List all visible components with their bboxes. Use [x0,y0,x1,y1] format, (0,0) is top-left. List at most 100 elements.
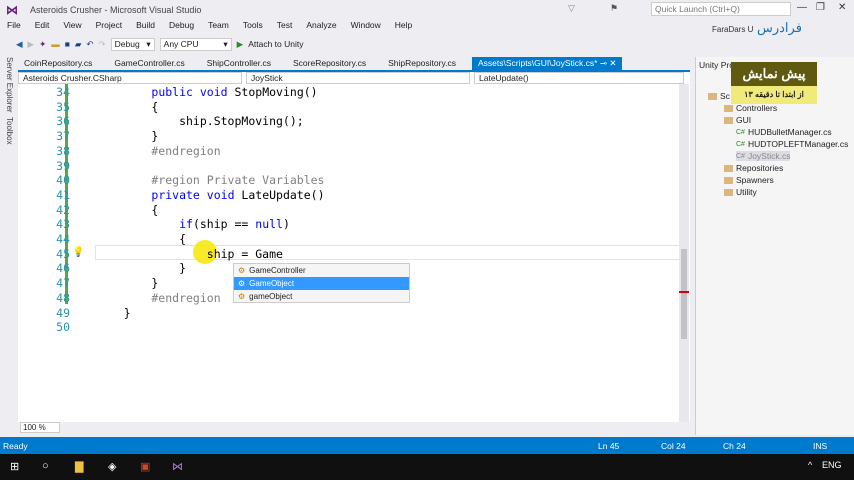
tab-scorerepository[interactable]: ScoreRepository.cs [287,57,372,70]
folder-icon [708,92,717,100]
platform-select[interactable]: Any CPU ▾ [159,37,232,51]
lightbulb-icon[interactable]: 💡 [72,247,84,258]
menu-team[interactable]: Team [201,20,236,34]
menu-file[interactable]: File [0,20,28,34]
title-bar: ⋈ Asteroids Crusher - Microsoft Visual S… [0,0,854,19]
tab-shiprepository[interactable]: ShipRepository.cs [382,57,462,70]
completion-item[interactable]: ⚙ GameController [234,264,409,277]
menu-help[interactable]: Help [388,20,419,34]
menu-debug[interactable]: Debug [162,20,201,34]
project-dropdown[interactable]: Asteroids Crusher.CSharp [18,72,242,84]
csharp-file-icon: C# [736,152,745,160]
tree-item-gui[interactable]: GUI [724,115,751,125]
code-line[interactable]: #region Private Variables [96,173,324,187]
unity-icon[interactable]: ◈ [108,460,116,473]
pin-icon[interactable]: ⊸ [600,58,607,68]
menu-window[interactable]: Window [344,20,388,34]
class-dropdown[interactable]: JoyStick [246,72,470,84]
line-number: 40 [56,173,70,188]
close-tab-icon[interactable]: ✕ [609,58,616,68]
search-icon[interactable]: ○ [42,460,49,472]
language-indicator[interactable]: ENG [822,460,842,470]
completion-item-selected[interactable]: ⚙ GameObject [234,277,409,290]
tab-gamecontroller[interactable]: GameController.cs [108,57,190,70]
zoom-select[interactable]: 100 % [20,422,60,433]
windows-start-icon[interactable]: ⊞ [10,460,19,473]
code-line[interactable]: ship = Game [96,247,283,261]
menu-tools[interactable]: Tools [236,20,270,34]
quick-launch-input[interactable]: Quick Launch (Ctrl+Q) [651,2,791,16]
visual-studio-taskbar-icon[interactable]: ⋈ [172,460,183,473]
menu-build[interactable]: Build [129,20,162,34]
open-icon[interactable]: ▬ [51,39,60,49]
error-marker [679,291,689,293]
completion-label: GameController [249,266,306,275]
menu-edit[interactable]: Edit [28,20,57,34]
file-explorer-icon[interactable]: ▇ [75,460,83,473]
tree-item-hudbullet[interactable]: C# HUDBulletManager.cs [736,127,832,137]
save-all-icon[interactable]: ▰ [75,39,82,50]
tab-joystick-label: Assets\Scripts\GUI\JoyStick.cs* [477,58,598,68]
close-button[interactable]: ✕ [838,2,846,13]
menu-view[interactable]: View [56,20,88,34]
tab-joystick[interactable]: Assets\Scripts\GUI\JoyStick.cs* ⊸ ✕ [471,57,623,70]
server-explorer-tab[interactable]: Server Explorer [5,57,14,113]
line-number: 49 [56,305,70,320]
attach-to-unity-button[interactable]: Attach to Unity [248,39,303,49]
code-line[interactable]: } [96,129,158,143]
code-line[interactable]: } [96,261,186,275]
scrollbar-thumb[interactable] [681,249,687,339]
code-line[interactable]: { [96,203,158,217]
filter-icon[interactable]: ▽ [568,3,575,14]
configuration-select[interactable]: Debug ▾ [110,37,155,51]
line-number: 39 [56,158,70,173]
tree-root[interactable]: Sc [708,91,730,101]
back-icon[interactable]: ◀ [16,39,23,50]
feedback-icon[interactable]: ⚑ [610,3,618,14]
tree-item-controllers[interactable]: Controllers [724,103,777,113]
toolbox-tab[interactable]: Toolbox [5,117,14,145]
faradars-logo: FaraDars U فرادرس [712,20,802,35]
code-line[interactable]: ship.StopMoving(); [96,114,304,128]
panel-title: Unity Pro [699,60,734,70]
code-line[interactable]: { [96,232,186,246]
powerpoint-icon[interactable]: ▣ [140,460,150,473]
status-ins: INS [813,441,828,451]
line-number: 37 [56,129,70,144]
code-line[interactable]: } [96,276,158,290]
code-line[interactable]: #endregion [96,291,220,305]
line-number: 44 [56,232,70,246]
menu-project[interactable]: Project [89,20,129,34]
member-dropdown[interactable]: LateUpdate() [474,72,684,84]
tree-label: Utility [736,187,757,197]
taskbar: ⊞ ○ ▇ ◈ ▣ ⋈ ^ ENG [0,454,854,480]
line-number: 41 [56,187,70,202]
tab-shipcontroller[interactable]: ShipController.cs [201,57,277,70]
tree-item-spawners[interactable]: Spawners [724,175,774,185]
tab-coinrepository[interactable]: CoinRepository.cs [18,57,98,70]
new-project-icon[interactable]: ✦ [39,39,46,50]
minimize-button[interactable]: — [797,2,807,13]
tree-item-hudtopleft[interactable]: C# HUDTOPLEFTManager.cs [736,139,848,149]
code-line[interactable]: private void LateUpdate() [96,188,324,202]
undo-icon[interactable]: ↶ [86,39,93,50]
tree-item-utility[interactable]: Utility [724,187,757,197]
restore-button[interactable]: ❐ [816,2,825,13]
vertical-scrollbar[interactable] [679,84,689,422]
code-line[interactable]: if(ship == null) [96,217,290,231]
code-line[interactable]: { [96,100,158,114]
save-icon[interactable]: ■ [65,39,70,49]
code-line[interactable]: #endregion [96,144,220,158]
tree-item-repositories[interactable]: Repositories [724,163,783,173]
forward-icon[interactable]: ▶ [28,39,35,50]
redo-icon[interactable]: ↷ [99,39,106,50]
menu-analyze[interactable]: Analyze [299,20,343,34]
code-line[interactable]: } [96,306,131,320]
completion-item[interactable]: ⚙ gameObject [234,290,409,303]
tree-item-joystick[interactable]: C# JoyStick.cs [736,151,791,161]
menu-test[interactable]: Test [270,20,300,34]
tray-chevron-icon[interactable]: ^ [808,460,812,470]
code-text: { [96,99,159,114]
code-line[interactable]: public void StopMoving() [96,85,317,99]
toolbar: ◀ ▶ ✦ ▬ ■ ▰ ↶ ↷ Debug ▾ Any CPU ▾ ▶ Attach… [0,36,854,52]
